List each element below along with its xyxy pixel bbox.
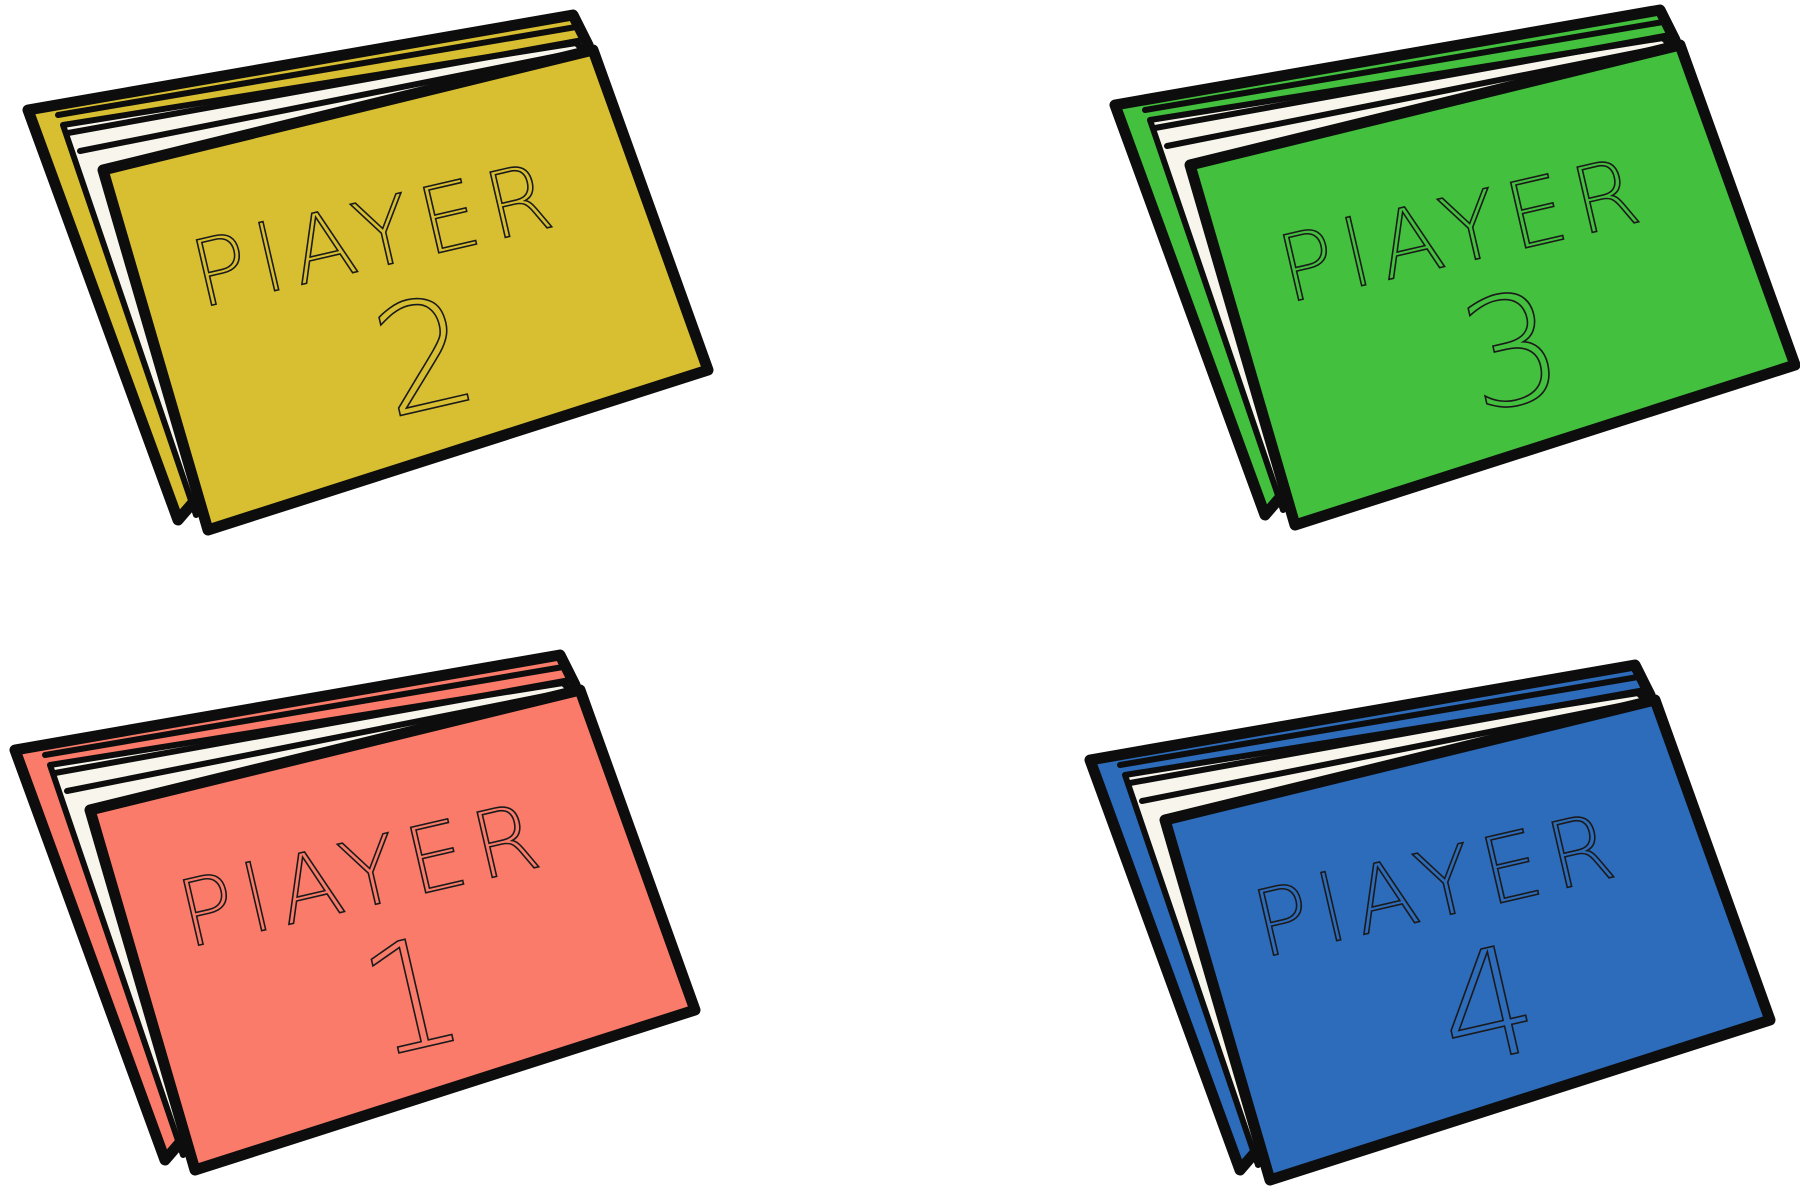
book-player-1[interactable]: PlAYER1 xyxy=(9,649,701,1176)
book-player-2[interactable]: PlAYER2 xyxy=(22,9,714,536)
book-player-3[interactable]: PlAYER3 xyxy=(1109,4,1800,531)
game-board: PlAYER1 PlAYER2 PlAYER3 PlAYER4 xyxy=(9,4,1800,1186)
books-layer: PlAYER1 PlAYER2 PlAYER3 PlAYER4 xyxy=(9,4,1800,1186)
book-player-4[interactable]: PlAYER4 xyxy=(1084,659,1776,1186)
